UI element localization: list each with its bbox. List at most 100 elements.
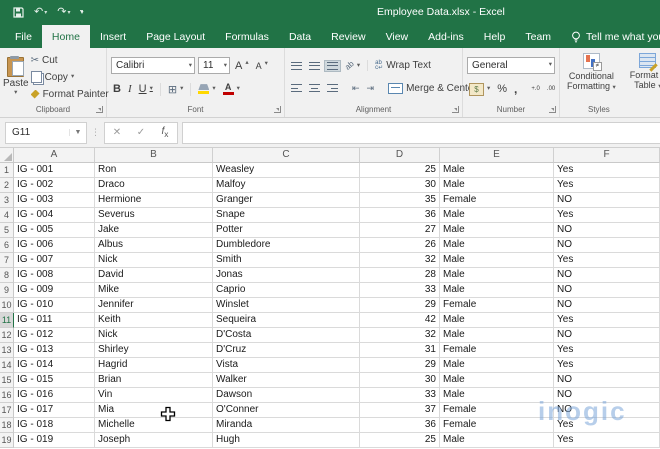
- cell-c2[interactable]: Malfoy: [213, 178, 360, 193]
- copy-button[interactable]: Copy ▾: [29, 70, 111, 84]
- cell-d18[interactable]: 36: [360, 418, 440, 433]
- align-left-button[interactable]: [289, 83, 304, 93]
- font-size-combo[interactable]: 11 ▾: [198, 57, 230, 75]
- column-header-d[interactable]: D: [360, 148, 440, 163]
- cell-b11[interactable]: Keith: [95, 313, 213, 328]
- cell-d13[interactable]: 31: [360, 343, 440, 358]
- cell-f1[interactable]: Yes: [554, 163, 660, 178]
- cell-a19[interactable]: IG - 019: [14, 433, 95, 448]
- cell-b17[interactable]: Mia: [95, 403, 213, 418]
- cell-d14[interactable]: 29: [360, 358, 440, 373]
- cell-d9[interactable]: 33: [360, 283, 440, 298]
- align-center-button[interactable]: [307, 83, 322, 93]
- cell-f12[interactable]: NO: [554, 328, 660, 343]
- cell-d2[interactable]: 30: [360, 178, 440, 193]
- cell-d16[interactable]: 33: [360, 388, 440, 403]
- cell-e4[interactable]: Male: [440, 208, 554, 223]
- cell-e12[interactable]: Male: [440, 328, 554, 343]
- tab-add-ins[interactable]: Add-ins: [418, 25, 474, 48]
- cell-a1[interactable]: IG - 001: [14, 163, 95, 178]
- cell-c16[interactable]: Dawson: [213, 388, 360, 403]
- cell-e11[interactable]: Male: [440, 313, 554, 328]
- cell-c15[interactable]: Walker: [213, 373, 360, 388]
- cell-d10[interactable]: 29: [360, 298, 440, 313]
- number-dialog-launcher[interactable]: [549, 106, 556, 113]
- cell-f8[interactable]: NO: [554, 268, 660, 283]
- row-header-5[interactable]: 5: [0, 223, 14, 238]
- save-icon[interactable]: [13, 7, 24, 18]
- cell-c6[interactable]: Dumbledore: [213, 238, 360, 253]
- cell-a16[interactable]: IG - 016: [14, 388, 95, 403]
- tab-insert[interactable]: Insert: [90, 25, 136, 48]
- cell-a5[interactable]: IG - 005: [14, 223, 95, 238]
- row-header-12[interactable]: 12: [0, 328, 14, 343]
- cell-f19[interactable]: Yes: [554, 433, 660, 448]
- row-header-8[interactable]: 8: [0, 268, 14, 283]
- cell-a9[interactable]: IG - 009: [14, 283, 95, 298]
- cell-c13[interactable]: D'Cruz: [213, 343, 360, 358]
- cancel-button[interactable]: ✕: [105, 127, 129, 138]
- cell-b10[interactable]: Jennifer: [95, 298, 213, 313]
- wrap-text-button[interactable]: ab c↵ Wrap Text: [373, 59, 433, 72]
- undo-icon[interactable]: ↶ ▾: [34, 7, 47, 18]
- cell-d8[interactable]: 28: [360, 268, 440, 283]
- cell-c17[interactable]: O'Conner: [213, 403, 360, 418]
- cell-d1[interactable]: 25: [360, 163, 440, 178]
- cell-d15[interactable]: 30: [360, 373, 440, 388]
- row-header-6[interactable]: 6: [0, 238, 14, 253]
- borders-button[interactable]: ⊞ ▾: [166, 82, 185, 97]
- customize-qat-icon[interactable]: ▾: [80, 10, 84, 16]
- cell-c8[interactable]: Jonas: [213, 268, 360, 283]
- row-header-4[interactable]: 4: [0, 208, 14, 223]
- cell-c10[interactable]: Winslet: [213, 298, 360, 313]
- cell-c7[interactable]: Smith: [213, 253, 360, 268]
- cell-b16[interactable]: Vin: [95, 388, 213, 403]
- cell-a4[interactable]: IG - 004: [14, 208, 95, 223]
- cell-a17[interactable]: IG - 017: [14, 403, 95, 418]
- number-format-combo[interactable]: General ▾: [467, 57, 555, 74]
- align-top-button[interactable]: [289, 61, 304, 71]
- font-color-button[interactable]: A ▾: [221, 82, 242, 96]
- cell-f16[interactable]: NO: [554, 388, 660, 403]
- cell-b19[interactable]: Joseph: [95, 433, 213, 448]
- column-header-f[interactable]: F: [554, 148, 660, 163]
- cell-c5[interactable]: Potter: [213, 223, 360, 238]
- cell-c3[interactable]: Granger: [213, 193, 360, 208]
- cell-a3[interactable]: IG - 003: [14, 193, 95, 208]
- bold-button[interactable]: B: [111, 82, 123, 96]
- formula-input[interactable]: [182, 121, 660, 144]
- cell-d19[interactable]: 25: [360, 433, 440, 448]
- tab-team[interactable]: Team: [515, 25, 561, 48]
- cell-b4[interactable]: Severus: [95, 208, 213, 223]
- cell-c9[interactable]: Caprio: [213, 283, 360, 298]
- cell-e5[interactable]: Male: [440, 223, 554, 238]
- cell-b9[interactable]: Mike: [95, 283, 213, 298]
- row-header-15[interactable]: 15: [0, 373, 14, 388]
- cell-e8[interactable]: Male: [440, 268, 554, 283]
- tab-help[interactable]: Help: [474, 25, 516, 48]
- cell-f4[interactable]: Yes: [554, 208, 660, 223]
- cell-e17[interactable]: Female: [440, 403, 554, 418]
- cell-a11[interactable]: IG - 011: [14, 313, 95, 328]
- italic-button[interactable]: I: [126, 82, 134, 96]
- tab-view[interactable]: View: [376, 25, 419, 48]
- cell-f5[interactable]: NO: [554, 223, 660, 238]
- insert-function-button[interactable]: fx: [153, 126, 177, 139]
- cell-e3[interactable]: Female: [440, 193, 554, 208]
- cut-button[interactable]: ✂ Cut: [29, 54, 111, 67]
- align-right-button[interactable]: [325, 83, 340, 93]
- align-bottom-button[interactable]: [324, 59, 341, 72]
- cell-b1[interactable]: Ron: [95, 163, 213, 178]
- copy-dropdown-arrow[interactable]: ▾: [71, 73, 74, 81]
- decrease-decimal-button[interactable]: .00: [545, 85, 557, 93]
- cell-b8[interactable]: David: [95, 268, 213, 283]
- cell-e1[interactable]: Male: [440, 163, 554, 178]
- cell-d17[interactable]: 37: [360, 403, 440, 418]
- underline-button[interactable]: U ▾: [137, 82, 155, 96]
- cell-c1[interactable]: Weasley: [213, 163, 360, 178]
- paste-dropdown-arrow[interactable]: ▾: [14, 90, 17, 97]
- fill-color-button[interactable]: ▾: [196, 83, 217, 95]
- cell-d12[interactable]: 32: [360, 328, 440, 343]
- cell-f2[interactable]: Yes: [554, 178, 660, 193]
- row-header-19[interactable]: 19: [0, 433, 14, 448]
